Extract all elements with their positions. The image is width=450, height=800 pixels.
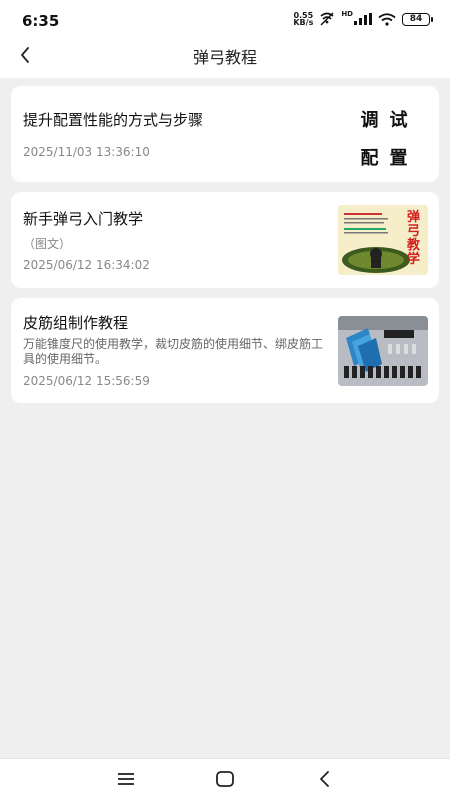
item-date: 2025/11/03 13:36:10 xyxy=(23,145,150,159)
thumb-char: 置 xyxy=(389,148,408,169)
home-square-icon xyxy=(216,771,234,787)
header: 6:35 0.55 KB/s HD 84 弹弓教程 xyxy=(0,0,450,78)
system-back-button[interactable] xyxy=(313,769,337,789)
tutorial-item[interactable]: 皮筋组制作教程 万能锥度尺的使用教学，裁切皮筋的使用细节、绑皮筋工具的使用细节。… xyxy=(11,298,439,403)
item-thumbnail: 调 试 配 置 xyxy=(355,106,413,170)
item-title: 新手弹弓入门教学 xyxy=(23,210,144,228)
wifi-icon xyxy=(378,12,396,26)
status-time: 6:35 xyxy=(22,12,60,30)
status-icons: 0.55 KB/s HD 84 xyxy=(293,10,433,27)
page-title: 弹弓教程 xyxy=(192,48,257,67)
nav-bar: 弹弓教程 xyxy=(0,40,450,78)
recent-apps-button[interactable] xyxy=(114,769,138,789)
item-title: 提升配置性能的方式与步骤 xyxy=(23,111,204,129)
tutorial-item[interactable]: 新手弹弓入门教学 （图文） 2025/06/12 16:34:02 弹弓教学 xyxy=(11,192,439,288)
item-description: 万能锥度尺的使用教学，裁切皮筋的使用细节、绑皮筋工具的使用细节。 xyxy=(23,337,324,366)
home-button[interactable] xyxy=(213,769,237,789)
tutorial-list: 提升配置性能的方式与步骤 2025/11/03 13:36:10 调 试 配 置… xyxy=(0,78,450,403)
thumb-title: 弹弓教学 xyxy=(407,210,421,267)
item-thumbnail xyxy=(338,316,428,386)
chevron-left-icon xyxy=(320,771,329,787)
hd-label: HD xyxy=(341,10,353,18)
net-speed-unit: KB/s xyxy=(293,18,314,27)
mute-wifi-icon xyxy=(320,12,334,26)
thumb-char: 试 xyxy=(389,110,408,131)
item-thumbnail: 弹弓教学 xyxy=(338,205,428,275)
item-title: 皮筋组制作教程 xyxy=(23,314,129,332)
system-nav-bar xyxy=(0,758,450,800)
battery-indicator: 84 xyxy=(402,12,433,26)
rubber-band-kit-image xyxy=(338,316,428,386)
thumb-char: 配 xyxy=(360,148,379,169)
item-subtitle: （图文） xyxy=(23,237,72,251)
status-bar: 6:35 0.55 KB/s HD 84 xyxy=(0,0,450,40)
menu-icon xyxy=(118,773,134,785)
item-date: 2025/06/12 16:34:02 xyxy=(23,258,150,272)
thumb-char: 调 xyxy=(360,110,379,131)
tutorial-item[interactable]: 提升配置性能的方式与步骤 2025/11/03 13:36:10 调 试 配 置 xyxy=(11,86,439,182)
item-date: 2025/06/12 15:56:59 xyxy=(23,374,150,388)
net-speed: 0.55 KB/s xyxy=(293,12,314,27)
signal-icon xyxy=(354,13,372,25)
